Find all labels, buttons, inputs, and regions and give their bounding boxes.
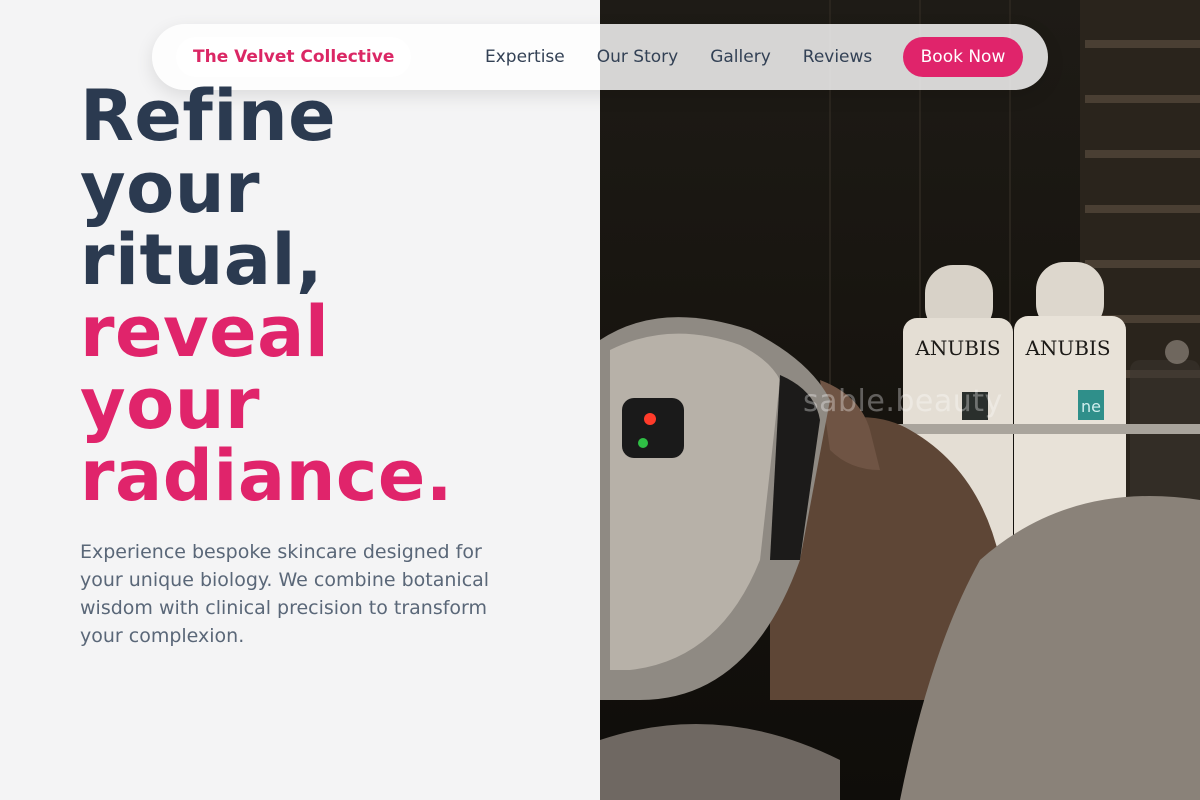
bottle-tag: ne	[1081, 397, 1101, 416]
watermark-text: sable.beauty	[803, 384, 1003, 419]
hero-headline: Refine your ritual, reveal your radiance…	[80, 80, 453, 512]
glass-shelf	[870, 424, 1200, 434]
headline-line-2: your	[80, 147, 261, 229]
towel-bottom	[600, 724, 840, 800]
nav-link-our-story[interactable]: Our Story	[597, 47, 678, 67]
headline-line-3: ritual,	[80, 219, 324, 301]
brand-logo[interactable]: The Velvet Collective	[176, 37, 412, 77]
nav-link-reviews[interactable]: Reviews	[803, 47, 873, 67]
headline-accent-line-1: reveal	[80, 291, 330, 373]
bottle-brand-2: ANUBIS	[1024, 336, 1110, 360]
bottle-brand: ANUBIS	[914, 336, 1000, 360]
nav-links: Expertise Our Story Gallery Reviews	[485, 24, 904, 90]
nav-link-expertise[interactable]: Expertise	[485, 47, 565, 67]
nav-link-gallery[interactable]: Gallery	[710, 47, 771, 67]
hero-photo: ANUBIS ANUBIS ne sable.beauty	[600, 0, 1200, 800]
hero-subtitle: Experience bespoke skincare designed for…	[80, 541, 490, 647]
headline-line-1: Refine	[80, 75, 337, 157]
headline-accent-line-3: radiance.	[80, 435, 453, 517]
book-now-button[interactable]: Book Now	[903, 37, 1023, 77]
headline-accent-line-2: your	[80, 363, 261, 445]
